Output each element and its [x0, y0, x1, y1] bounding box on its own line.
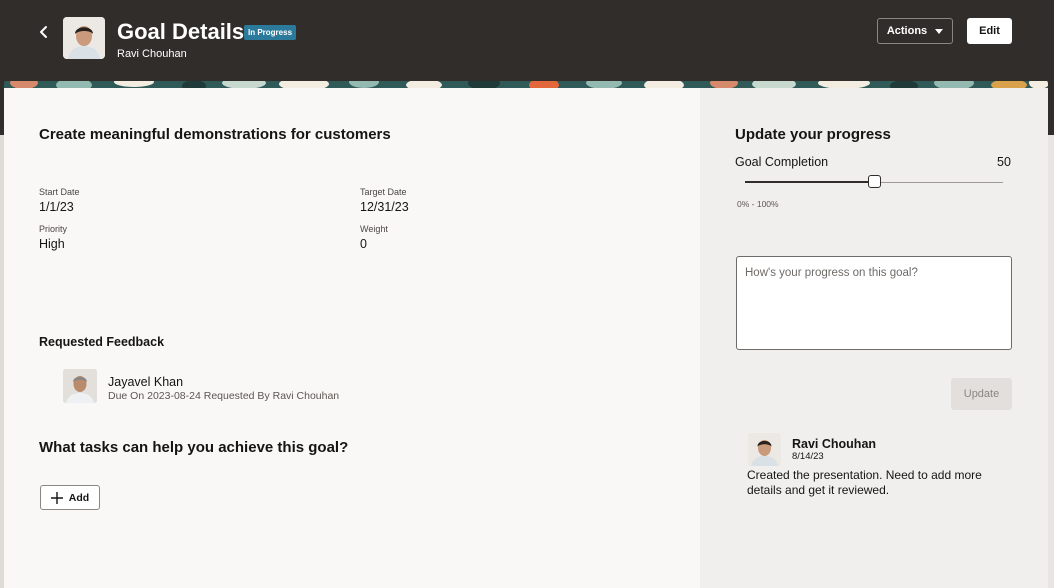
slider-fill: [745, 181, 874, 183]
add-task-label: Add: [68, 491, 90, 504]
page-title: Goal Details: [117, 19, 245, 44]
tasks-heading: What tasks can help you achieve this goa…: [39, 439, 349, 456]
priority-label: Priority: [39, 224, 68, 234]
page-subtitle: Ravi Chouhan: [117, 48, 187, 60]
goal-title: Create meaningful demonstrations for cus…: [39, 126, 391, 143]
comment-text: Created the presentation. Need to add mo…: [747, 468, 982, 497]
comment-date: 8/14/23: [792, 451, 824, 462]
decorative-banner: [4, 78, 1048, 88]
goal-completion-value: 50: [997, 155, 1011, 169]
slider-thumb[interactable]: [868, 175, 881, 188]
goal-completion-slider[interactable]: [745, 175, 1003, 191]
goal-completion-label: Goal Completion: [735, 155, 829, 169]
slider-range-label: 0% - 100%: [737, 199, 779, 209]
plus-icon: [50, 491, 63, 504]
feedback-requester-name[interactable]: Jayavel Khan: [108, 375, 183, 389]
actions-menu-button[interactable]: Actions: [877, 18, 953, 44]
caret-down-icon: [935, 28, 944, 34]
priority-value: High: [39, 237, 65, 251]
update-button[interactable]: Update: [951, 378, 1012, 410]
chevron-left-icon: [40, 26, 47, 38]
back-button[interactable]: [34, 20, 54, 44]
add-task-button[interactable]: Add: [40, 485, 100, 510]
feedback-meta: Due On 2023-08-24 Requested By Ravi Chou…: [108, 390, 340, 402]
requested-feedback-heading: Requested Feedback: [39, 335, 165, 349]
update-progress-heading: Update your progress: [735, 126, 891, 143]
weight-label: Weight: [360, 224, 388, 234]
actions-label: Actions: [886, 25, 928, 37]
target-date-label: Target Date: [360, 187, 407, 197]
progress-comment-input[interactable]: [736, 256, 1012, 350]
edit-button[interactable]: Edit: [967, 18, 1012, 44]
status-badge: In Progress: [244, 25, 297, 40]
target-date-value: 12/31/23: [360, 200, 409, 214]
comment-author: Ravi Chouhan: [792, 437, 877, 451]
weight-value: 0: [360, 237, 367, 251]
start-date-value: 1/1/23: [39, 200, 74, 214]
avatar: [63, 369, 97, 403]
page-edge-right: [1048, 135, 1054, 588]
start-date-label: Start Date: [39, 187, 80, 197]
avatar: [748, 433, 781, 466]
avatar: [63, 17, 105, 59]
